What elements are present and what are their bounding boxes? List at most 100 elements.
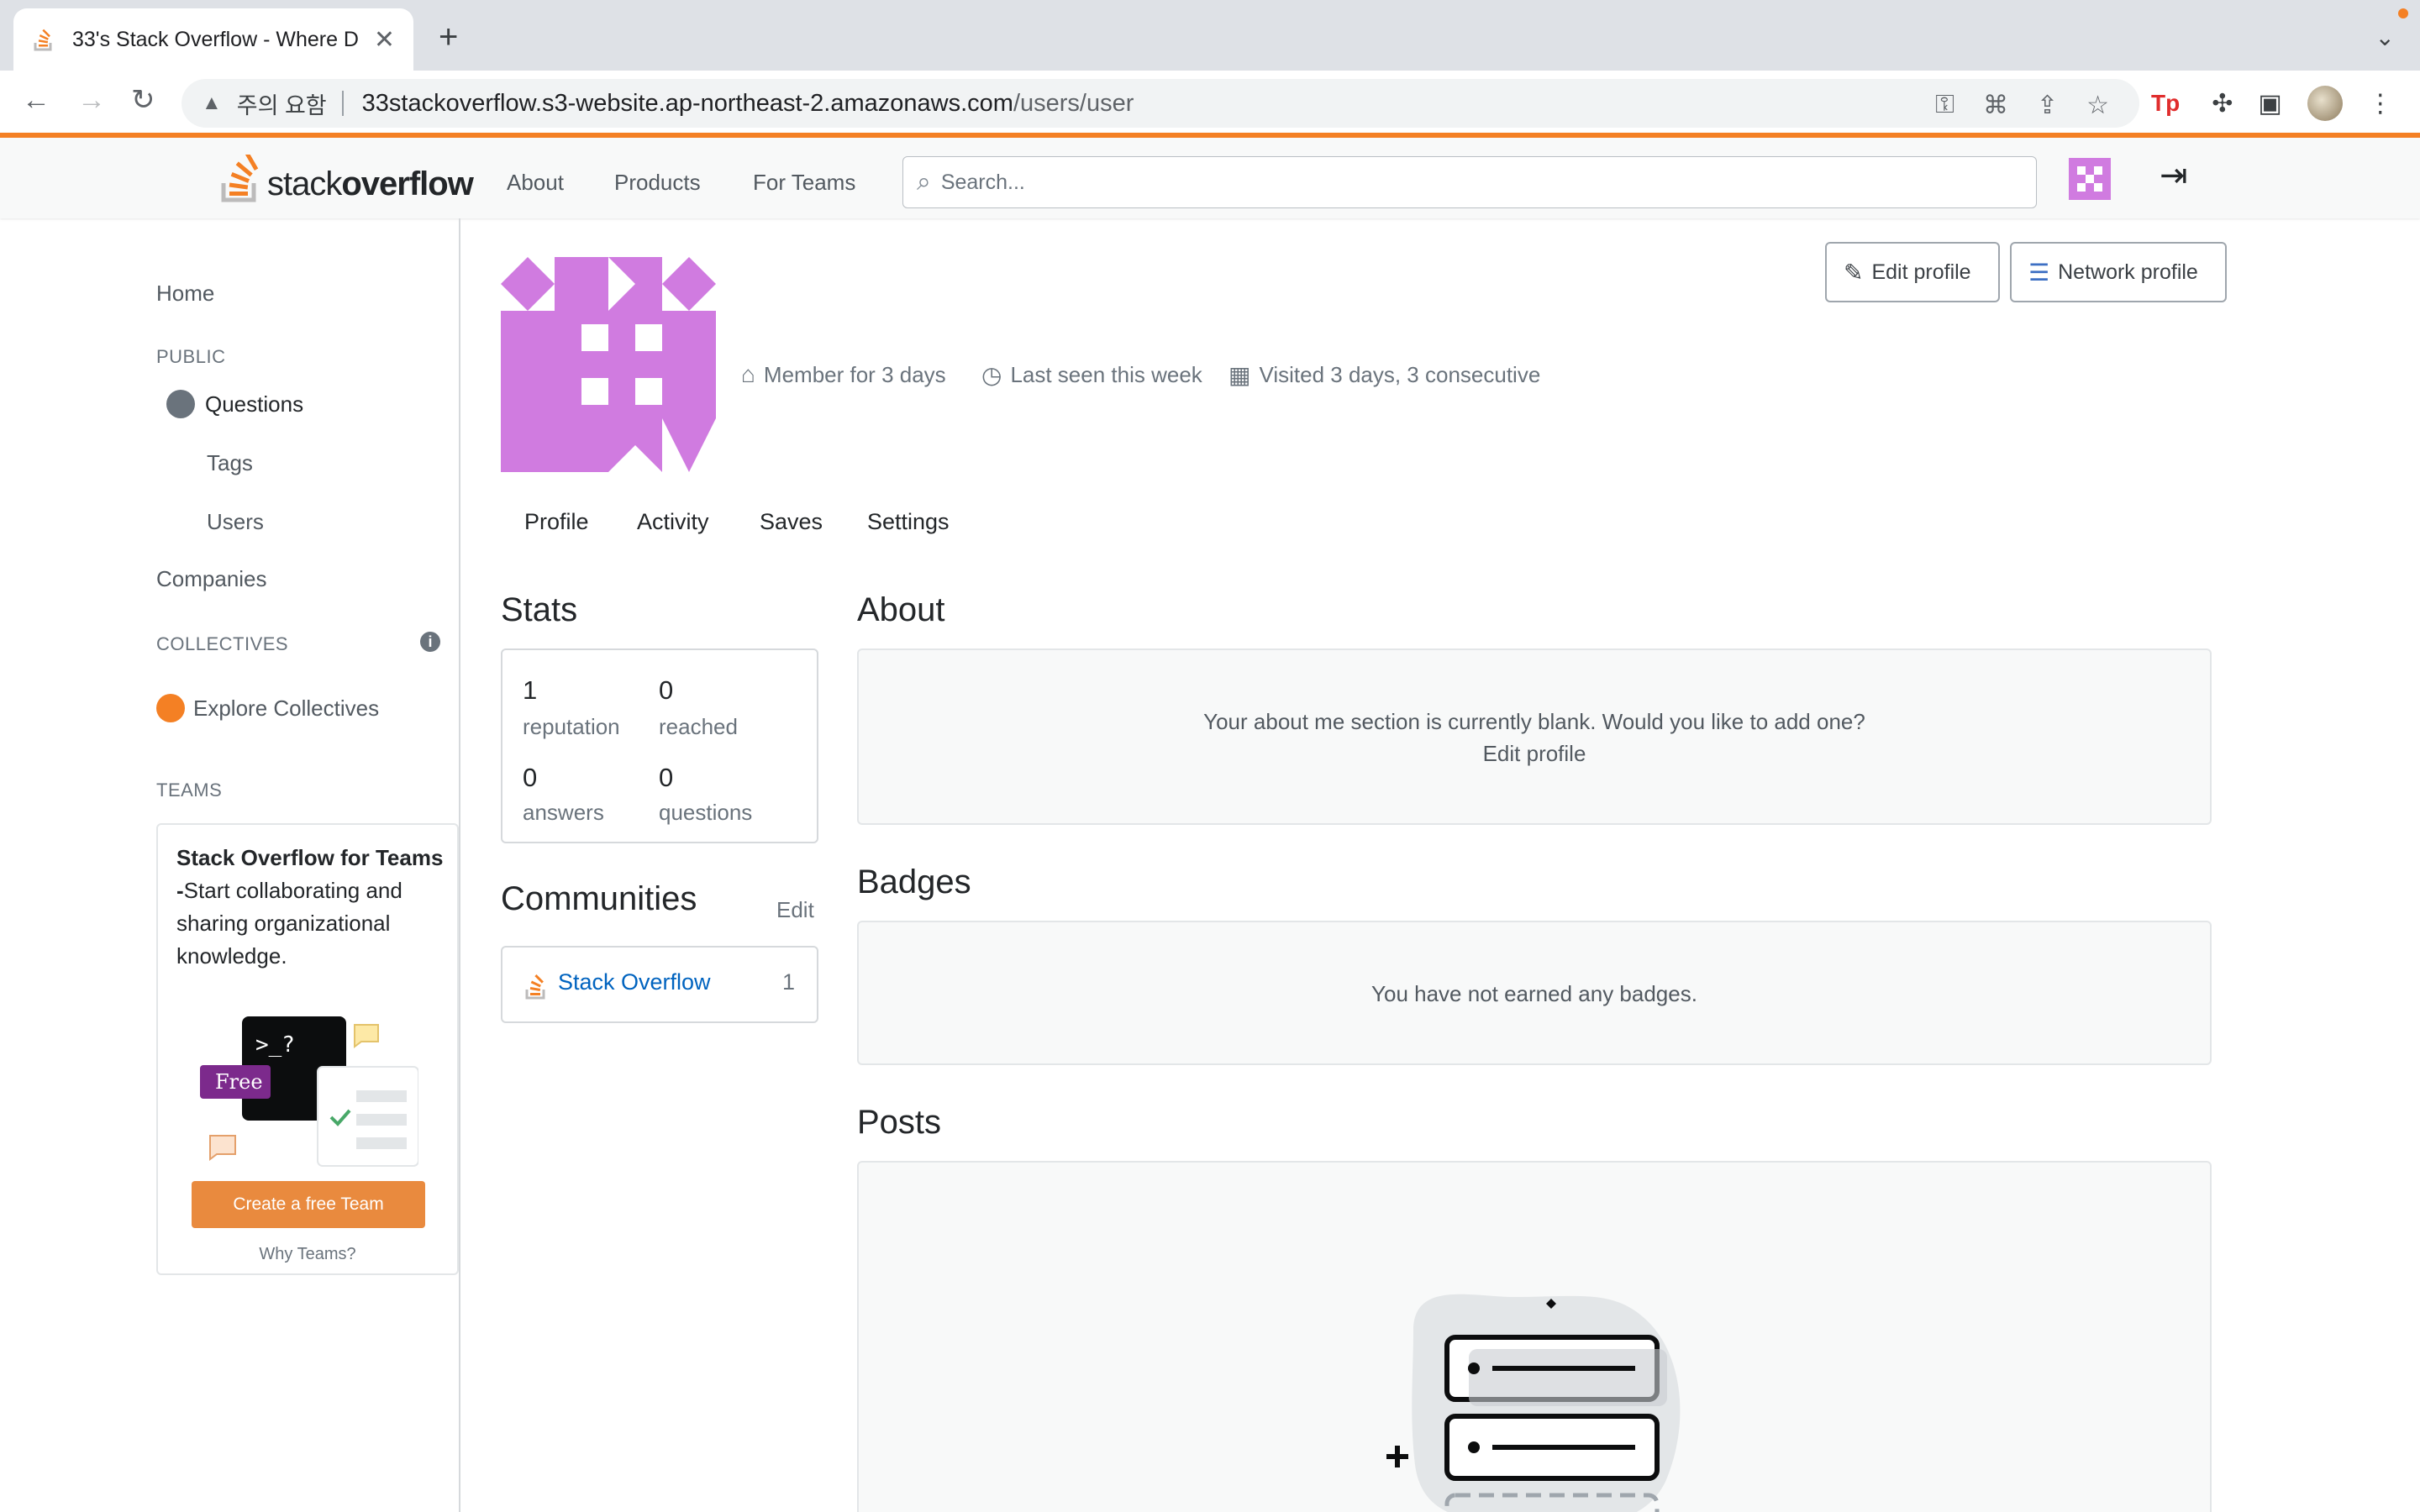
browser-toolbar: ← → ↻ ▲ 주의 요함 33stackoverflow.s3-website…: [0, 71, 2420, 136]
stack-exchange-icon: ☰: [2028, 259, 2050, 286]
globe-icon: [166, 390, 195, 418]
tp-extension-icon[interactable]: Tp: [2144, 87, 2187, 120]
back-arrow-icon[interactable]: ←: [22, 86, 50, 114]
side-panel-icon[interactable]: ▣: [2258, 89, 2281, 118]
address-bar[interactable]: ▲ 주의 요함 33stackoverflow.s3-website.ap-no…: [182, 79, 2139, 128]
about-title: About: [857, 591, 945, 628]
share-icon[interactable]: ⇪: [2037, 91, 2058, 120]
reload-icon[interactable]: ↻: [131, 86, 155, 114]
communities-card: Stack Overflow 1: [501, 946, 818, 1023]
sidebar-item-companies[interactable]: Companies: [156, 566, 267, 592]
sidebar-item-users[interactable]: Users: [207, 509, 264, 535]
so-logo[interactable]: stackoverflow: [220, 153, 474, 203]
search-placeholder: Search...: [940, 170, 1025, 194]
collectives-icon: [156, 694, 185, 722]
posts-panel: [857, 1161, 2212, 1512]
nav-products[interactable]: Products: [614, 170, 701, 196]
sidebar-item-tags[interactable]: Tags: [207, 450, 253, 476]
key-icon[interactable]: ⚿: [1935, 91, 1954, 120]
about-edit-profile-link[interactable]: Edit profile: [1483, 741, 1586, 766]
stackoverflow-community-icon: [525, 974, 545, 1000]
badges-title: Badges: [857, 864, 971, 900]
sidebar-item-questions[interactable]: Questions: [205, 391, 303, 417]
logo-light-text: stack: [267, 165, 342, 202]
extensions-area: Tp ✣ ▣ ⋮: [2144, 79, 2405, 128]
clock-icon: ◷: [981, 362, 1002, 388]
nav-for-teams[interactable]: For Teams: [753, 170, 855, 196]
reached-value: 0: [659, 675, 674, 705]
network-profile-label: Network profile: [2058, 260, 2198, 284]
reached-label: reached: [659, 714, 738, 739]
tab-profile[interactable]: Profile: [524, 509, 589, 535]
so-topbar: stackoverflow About Products For Teams ⌕…: [0, 133, 2420, 218]
tab-settings[interactable]: Settings: [867, 509, 950, 535]
logo-bold-text: overflow: [341, 165, 473, 202]
visited-text: Visited 3 days, 3 consecutive: [1259, 362, 1541, 387]
user-avatar[interactable]: [2069, 158, 2111, 200]
tab-activity[interactable]: Activity: [637, 509, 709, 535]
close-tab-icon[interactable]: ✕: [374, 25, 395, 55]
bookmark-star-icon[interactable]: ☆: [2086, 91, 2109, 120]
forward-arrow-icon[interactable]: →: [77, 86, 106, 114]
reputation-label: reputation: [523, 714, 620, 739]
teams-promo-text: Stack Overflow for Teams -Start collabor…: [176, 842, 445, 973]
badges-empty-text: You have not earned any badges.: [1371, 981, 1697, 1006]
about-blank-text: Your about me section is currently blank…: [1203, 709, 1865, 734]
reputation-value: 1: [523, 675, 538, 705]
edit-profile-label: Edit profile: [1871, 260, 1971, 284]
nav-about[interactable]: About: [507, 170, 564, 196]
teams-promo-card: Stack Overflow for Teams -Start collabor…: [156, 823, 459, 1275]
logo-wordmark: stackoverflow: [267, 165, 474, 203]
url-host: 33stackoverflow.s3-website.ap-northeast-…: [361, 89, 1013, 117]
sidebar-heading-teams: TEAMS: [156, 780, 223, 801]
url-path: /users/user: [1013, 89, 1134, 117]
community-reputation: 1: [781, 969, 795, 995]
tab-title: 33's Stack Overflow - Where D: [72, 27, 359, 51]
sidebar-item-explore-collectives[interactable]: Explore Collectives: [193, 696, 379, 722]
search-icon: ⌕: [917, 168, 931, 196]
security-warning-label: 주의 요함: [236, 92, 327, 118]
new-tab-button[interactable]: +: [439, 20, 458, 54]
edit-profile-button[interactable]: ✎ Edit profile: [1825, 242, 2000, 302]
sidebar-item-home[interactable]: Home: [156, 281, 214, 307]
member-for: ⌂ Member for 3 days: [741, 361, 946, 388]
profile-identicon[interactable]: [501, 257, 716, 472]
sidebar-heading-public: PUBLIC: [156, 346, 226, 367]
browser-menu-icon[interactable]: ⋮: [2368, 89, 2393, 118]
communities-edit-link[interactable]: Edit: [776, 897, 814, 923]
info-icon[interactable]: i: [420, 632, 440, 652]
about-panel: Your about me section is currently blank…: [857, 648, 2212, 825]
why-teams-link[interactable]: Why Teams?: [158, 1245, 457, 1264]
stats-title: Stats: [501, 591, 578, 628]
browser-profile-avatar[interactable]: [2307, 86, 2343, 121]
answers-value: 0: [523, 763, 538, 792]
puzzle-extensions-icon[interactable]: ✣: [2212, 89, 2233, 118]
translate-icon[interactable]: ⌘: [1983, 91, 2008, 120]
answers-label: answers: [523, 800, 604, 825]
community-name-link[interactable]: Stack Overflow: [558, 969, 711, 995]
questions-value: 0: [659, 763, 674, 792]
member-for-text: Member for 3 days: [763, 361, 946, 387]
notification-dot: [2398, 8, 2408, 18]
address-separator: [341, 91, 344, 116]
cake-icon: ⌂: [741, 361, 755, 387]
stackoverflow-favicon-icon: [34, 29, 52, 51]
pencil-icon: ✎: [1844, 259, 1864, 286]
visited: ▦ Visited 3 days, 3 consecutive: [1228, 361, 1540, 389]
create-free-team-button[interactable]: Create a free Team: [192, 1181, 425, 1228]
stats-card: 1 reputation 0 reached 0 answers 0 quest…: [501, 648, 818, 843]
teams-illustration: >_? Free: [200, 1016, 418, 1167]
warning-triangle-icon: ▲: [202, 92, 222, 114]
empty-posts-illustration: [1386, 1294, 1681, 1512]
browser-tab[interactable]: 33's Stack Overflow - Where D ✕: [13, 8, 413, 71]
logout-icon[interactable]: ⇥: [2160, 156, 2188, 195]
browser-tab-bar: 33's Stack Overflow - Where D ✕ + ⌄: [0, 0, 2420, 71]
search-input[interactable]: ⌕ Search...: [902, 156, 2037, 208]
terminal-text: >_?: [255, 1032, 295, 1058]
left-sidebar: Home PUBLIC Questions Tags Users Compani…: [0, 218, 460, 1512]
calendar-icon: ▦: [1228, 362, 1251, 388]
teams-promo-body: Start collaborating and sharing organiza…: [176, 878, 402, 969]
network-profile-button[interactable]: ☰ Network profile: [2010, 242, 2227, 302]
tab-search-chevron-icon[interactable]: ⌄: [2375, 24, 2395, 51]
tab-saves[interactable]: Saves: [760, 509, 823, 535]
